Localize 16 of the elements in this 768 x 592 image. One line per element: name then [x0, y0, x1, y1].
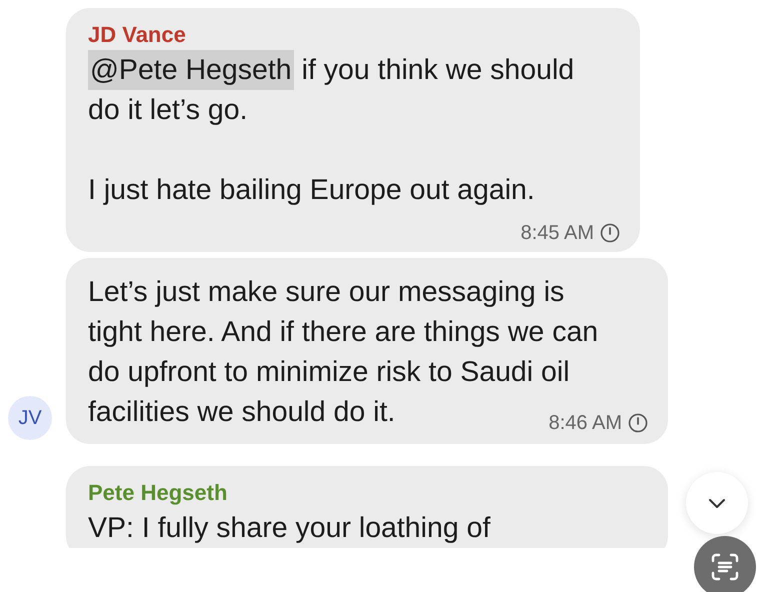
mention-link[interactable]: @Pete Hegseth — [88, 50, 294, 90]
message-text: VP: I fully share your loathing of — [88, 511, 490, 546]
message-text: tight here. And if there are things we can — [88, 315, 598, 350]
avatar[interactable]: JV — [8, 396, 52, 440]
sender-name: Pete Hegseth — [88, 480, 228, 506]
timestamp: 8:46 AM — [548, 411, 622, 436]
message-text: do upfront to minimize risk to Saudi oil — [88, 355, 570, 390]
scan-text-button[interactable] — [694, 536, 756, 592]
scan-text-icon — [709, 551, 741, 583]
timestamp: 8:45 AM — [520, 221, 594, 246]
message-text: facilities we should do it. — [88, 395, 396, 430]
message-text: if you think we should — [302, 53, 574, 88]
message-text: do it let’s go. — [88, 93, 248, 128]
sender-name: JD Vance — [88, 22, 187, 48]
message-text: I just hate bailing Europe out again. — [88, 173, 535, 208]
message-text: Let’s just make sure our messaging is — [88, 275, 564, 310]
